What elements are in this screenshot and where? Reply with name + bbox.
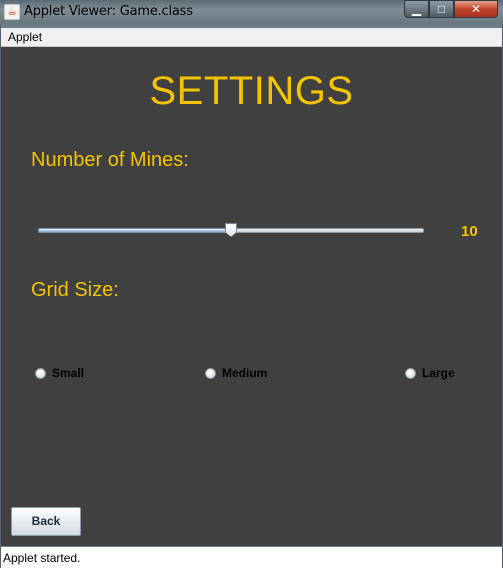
- status-text: Applet started.: [3, 551, 81, 565]
- mines-slider[interactable]: [38, 223, 424, 237]
- window-controls: ▁ □ ✕: [404, 0, 498, 18]
- mines-label: Number of Mines:: [31, 149, 189, 171]
- slider-fill: [38, 228, 231, 233]
- back-button[interactable]: Back: [11, 507, 81, 536]
- close-button[interactable]: ✕: [454, 0, 498, 18]
- grid-size-label: Grid Size:: [31, 279, 119, 301]
- radio-button-icon: [35, 367, 46, 379]
- menu-bar: Applet: [1, 28, 502, 47]
- page-title: SETTINGS: [149, 69, 354, 113]
- window-title: Applet Viewer: Game.class: [24, 4, 193, 19]
- mines-value: 10: [461, 223, 478, 240]
- radio-button-icon: [205, 367, 216, 379]
- maximize-button[interactable]: □: [429, 0, 454, 18]
- radio-small-label: Small: [52, 366, 85, 380]
- radio-large-label: Large: [422, 366, 455, 380]
- status-bar: Applet started.: [1, 547, 502, 568]
- window-titlebar[interactable]: ☕ Applet Viewer: Game.class ▁ □ ✕: [0, 0, 503, 24]
- minimize-button[interactable]: ▁: [404, 0, 429, 18]
- radio-medium-label: Medium: [222, 366, 268, 380]
- radio-medium[interactable]: Medium: [205, 365, 267, 381]
- radio-small[interactable]: Small: [35, 365, 84, 381]
- settings-panel: SETTINGS Number of Mines: 10 Grid Size: …: [1, 47, 502, 546]
- radio-large[interactable]: Large: [405, 365, 455, 381]
- menu-applet[interactable]: Applet: [8, 30, 42, 44]
- slider-thumb[interactable]: [225, 223, 237, 237]
- java-cup-icon: ☕: [4, 4, 20, 20]
- radio-button-icon: [405, 367, 416, 379]
